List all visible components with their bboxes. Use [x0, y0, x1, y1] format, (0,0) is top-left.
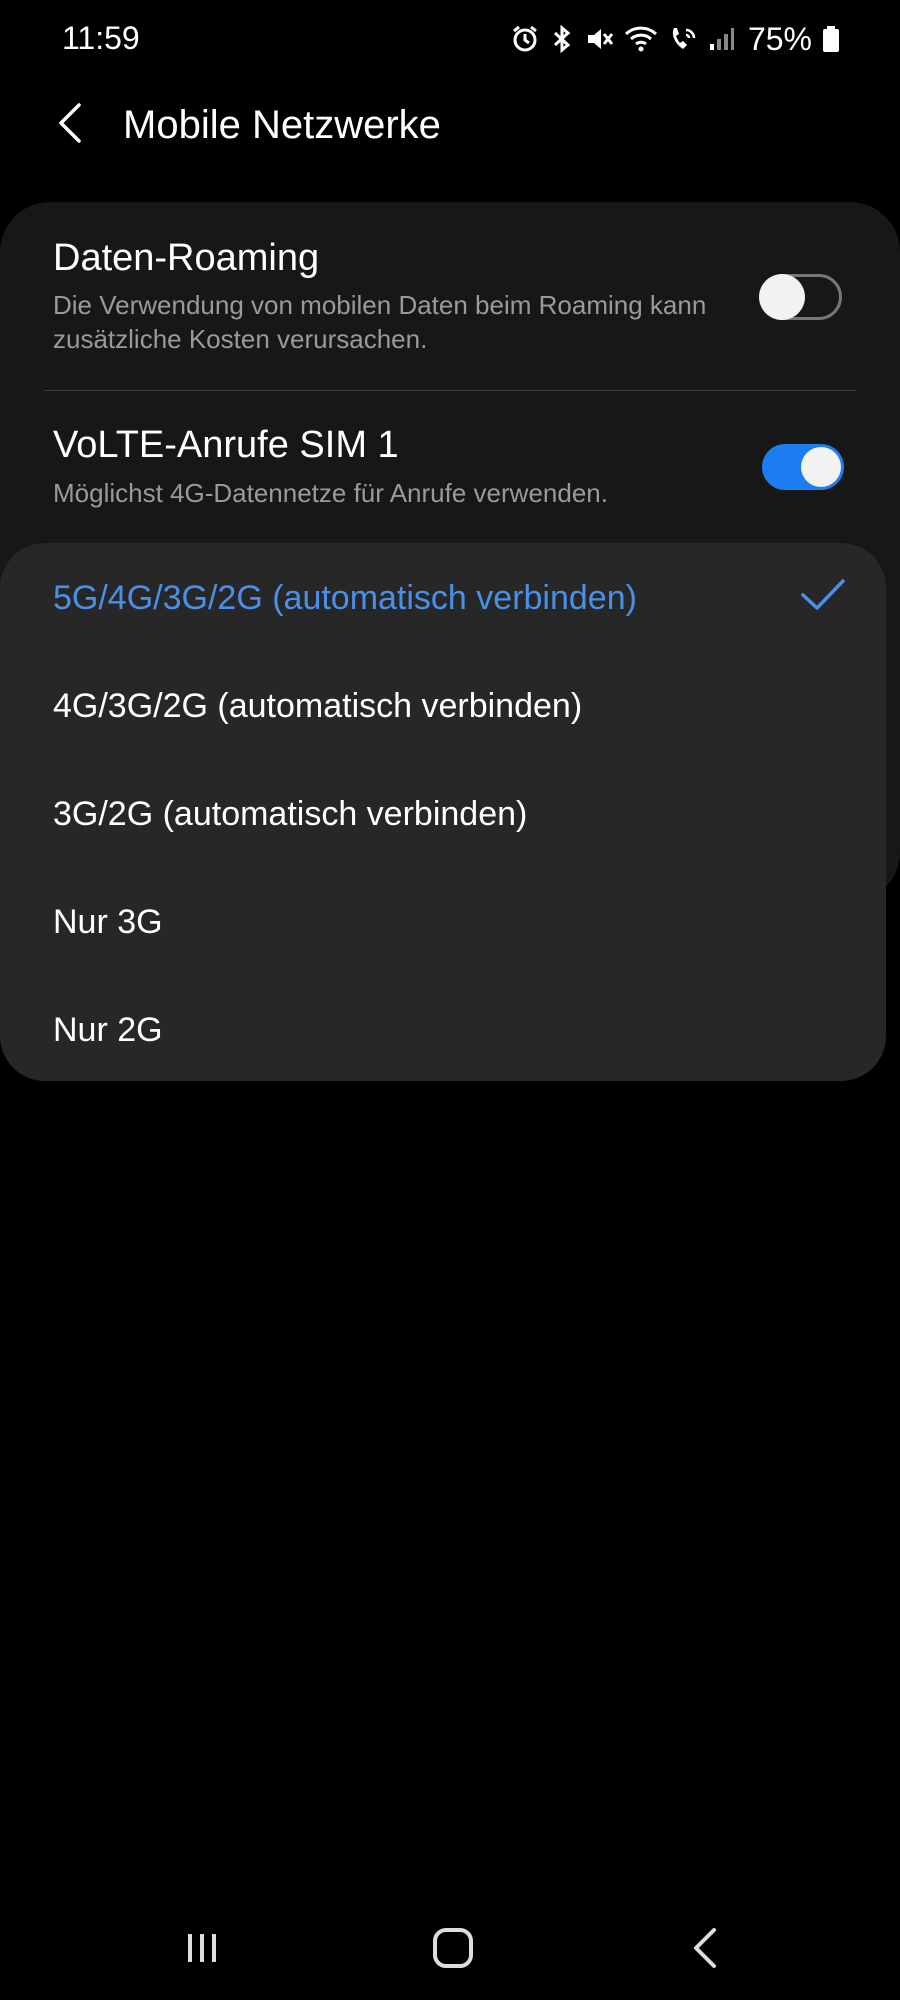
data-roaming-description: Die Verwendung von mobilen Daten beim Ro…: [53, 290, 707, 354]
bluetooth-icon: [550, 24, 574, 54]
back-button[interactable]: [50, 100, 90, 150]
option-label: Nur 2G: [53, 1011, 163, 1049]
checkmark-icon: [800, 577, 846, 618]
page-title: Mobile Netzwerke: [123, 103, 441, 147]
network-option-3g-only[interactable]: Nur 3G: [0, 867, 886, 975]
status-icons: 75%: [510, 18, 840, 60]
recent-apps-button[interactable]: [162, 1920, 242, 1980]
option-label: 5G/4G/3G/2G (automatisch verbinden): [53, 579, 637, 617]
network-option-2g-only[interactable]: Nur 2G: [0, 975, 886, 1083]
option-label: Nur 3G: [53, 903, 163, 941]
divider: [44, 390, 856, 391]
header: Mobile Netzwerke: [0, 80, 900, 170]
data-roaming-toggle[interactable]: [759, 274, 842, 320]
wifi-icon: [624, 24, 658, 54]
alarm-icon: [510, 24, 540, 54]
nav-back-button[interactable]: [665, 1920, 745, 1980]
chevron-left-icon: [55, 101, 85, 150]
network-option-5g-4g-3g-2g[interactable]: 5G/4G/3G/2G (automatisch verbinden): [0, 543, 886, 651]
volte-toggle[interactable]: [762, 444, 844, 490]
toggle-knob: [759, 274, 805, 320]
volte-description: Möglichst 4G-Datennetze für Anrufe verwe…: [53, 478, 608, 508]
home-button[interactable]: [413, 1920, 493, 1980]
wifi-call-icon: [668, 24, 698, 54]
back-icon: [688, 1926, 722, 1975]
data-roaming-row[interactable]: Daten-Roaming Die Verwendung von mobilen…: [0, 202, 900, 387]
network-mode-popup: 5G/4G/3G/2G (automatisch verbinden) 4G/3…: [0, 543, 886, 1081]
battery-icon: [822, 24, 840, 54]
status-time: 11:59: [62, 20, 140, 56]
home-icon: [431, 1926, 475, 1975]
recent-apps-icon: [182, 1928, 222, 1973]
option-label: 3G/2G (automatisch verbinden): [53, 795, 528, 833]
option-label: 4G/3G/2G (automatisch verbinden): [53, 687, 583, 725]
volte-title: VoLTE-Anrufe SIM 1: [53, 424, 399, 466]
signal-icon: [708, 24, 734, 54]
navigation-bar: [0, 1900, 900, 2000]
volte-row[interactable]: VoLTE-Anrufe SIM 1 Möglichst 4G-Datennet…: [0, 392, 900, 542]
network-option-4g-3g-2g[interactable]: 4G/3G/2G (automatisch verbinden): [0, 651, 886, 759]
toggle-knob: [801, 447, 841, 487]
network-option-3g-2g[interactable]: 3G/2G (automatisch verbinden): [0, 759, 886, 867]
mute-icon: [584, 24, 614, 54]
battery-percent: 75%: [747, 20, 812, 57]
status-bar: 11:59 75%: [0, 0, 900, 80]
data-roaming-title: Daten-Roaming: [53, 237, 320, 279]
